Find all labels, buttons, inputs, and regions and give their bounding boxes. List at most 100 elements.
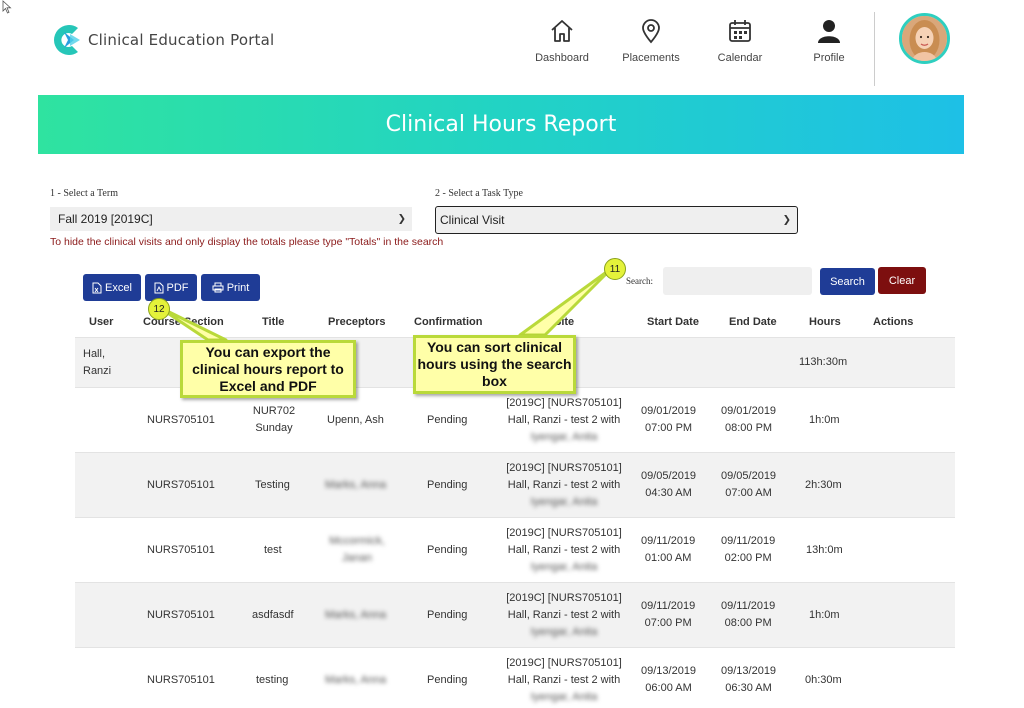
avatar[interactable] xyxy=(899,13,950,64)
avatar-portrait-icon xyxy=(902,16,947,61)
row-title: test xyxy=(264,544,282,556)
task-type-select-value: Clinical Visit xyxy=(440,213,505,227)
column-header-hours[interactable]: Hours xyxy=(809,316,841,328)
row-course-section: NURS705101 xyxy=(147,544,215,556)
row-site: [2019C] [NURS705101] Hall, Ranzi - test 2… xyxy=(506,657,622,703)
nav-dashboard-label: Dashboard xyxy=(535,52,589,64)
table-row: NURS705101 test Mccormick, Janan Pending … xyxy=(75,517,955,582)
top-header: Clinical Education Portal Dashboard Plac… xyxy=(0,0,1024,90)
home-icon xyxy=(551,20,573,42)
export-callout-badge: 12 xyxy=(148,298,170,320)
file-excel-icon xyxy=(92,282,102,293)
totals-hint: To hide the clinical visits and only dis… xyxy=(50,236,444,248)
report-banner: Clinical Hours Report xyxy=(38,95,964,154)
row-hours: 1h:0m xyxy=(809,609,840,621)
search-callout: You can sort clinical hours using the se… xyxy=(413,335,576,394)
user-icon xyxy=(818,20,840,43)
row-end-date: 09/05/2019 07:00 AM xyxy=(721,470,777,499)
row-site: [2019C] [NURS705101] Hall, Ranzi - test 2… xyxy=(506,397,622,443)
column-header-title[interactable]: Title xyxy=(262,316,284,328)
row-site: [2019C] [NURS705101] Hall, Ranzi - test 2… xyxy=(506,462,622,508)
chevron-down-icon: ❯ xyxy=(782,214,791,226)
row-end-date: 09/01/2019 08:00 PM xyxy=(721,405,777,434)
nav-profile[interactable]: Profile xyxy=(784,18,874,64)
export-pdf-label: PDF xyxy=(166,281,189,294)
row-course-section: NURS705101 xyxy=(147,414,215,426)
printer-icon xyxy=(212,282,224,293)
page-title: Clinical Hours Report xyxy=(385,112,617,137)
term-label: 1 - Select a Term xyxy=(50,188,118,199)
row-course-section: NURS705101 xyxy=(147,609,215,621)
file-pdf-icon xyxy=(154,282,163,293)
row-preceptors: Marks, Anna xyxy=(325,674,387,686)
column-header-start-date[interactable]: Start Date xyxy=(647,316,699,328)
export-callout: You can export the clinical hours report… xyxy=(180,340,356,398)
search-input[interactable] xyxy=(663,267,812,295)
nav-profile-label: Profile xyxy=(813,52,845,64)
export-excel-label: Excel xyxy=(105,281,132,294)
chevron-down-icon: ❯ xyxy=(397,213,406,225)
row-preceptors: Marks, Anna xyxy=(325,479,387,491)
row-course-section: NURS705101 xyxy=(147,674,215,686)
row-end-date: 09/13/2019 06:30 AM xyxy=(721,665,777,694)
print-label: Print xyxy=(226,281,250,294)
summary-user: Hall, Ranzi xyxy=(83,348,112,377)
row-confirmation: Pending xyxy=(427,609,468,621)
nav-calendar[interactable]: Calendar xyxy=(695,18,785,64)
print-button[interactable]: Print xyxy=(201,274,260,301)
nav-calendar-label: Calendar xyxy=(717,52,763,64)
table-row: NURS705101 Testing Marks, Anna Pending [… xyxy=(75,452,955,517)
row-hours: 13h:0m xyxy=(806,544,843,556)
clear-button[interactable]: Clear xyxy=(878,267,926,294)
row-start-date: 09/13/2019 06:00 AM xyxy=(641,665,697,694)
column-header-preceptors[interactable]: Preceptors xyxy=(328,316,385,328)
export-excel-button[interactable]: Excel xyxy=(83,274,141,301)
app-title: Clinical Education Portal xyxy=(88,31,275,49)
header-divider xyxy=(874,12,875,86)
row-title: Testing xyxy=(255,479,290,491)
row-hours: 0h:30m xyxy=(805,674,842,686)
row-hours: 2h:30m xyxy=(805,479,842,491)
row-title: testing xyxy=(256,674,289,686)
column-header-user[interactable]: User xyxy=(89,316,113,328)
column-header-actions[interactable]: Actions xyxy=(873,316,913,328)
row-confirmation: Pending xyxy=(427,479,468,491)
nav-placements-label: Placements xyxy=(622,52,680,64)
task-type-label: 2 - Select a Task Type xyxy=(435,188,523,199)
row-title: asdfasdf xyxy=(252,609,294,621)
row-confirmation: Pending xyxy=(427,544,468,556)
row-site: [2019C] [NURS705101] Hall, Ranzi - test 2… xyxy=(506,527,622,573)
column-header-site[interactable]: Site xyxy=(554,316,574,328)
calendar-icon xyxy=(729,20,751,42)
column-header-end-date[interactable]: End Date xyxy=(729,316,777,328)
row-preceptors: Upenn, Ash xyxy=(327,414,384,426)
term-select-value: Fall 2019 [2019C] xyxy=(58,212,153,226)
table-row: NURS705101 asdfasdf Marks, Anna Pending … xyxy=(75,582,955,647)
summary-hours: 113h:30m xyxy=(799,356,848,368)
row-start-date: 09/11/2019 07:00 PM xyxy=(641,600,696,629)
task-type-select[interactable]: Clinical Visit ❯ xyxy=(435,206,798,234)
row-preceptors: Mccormick, Janan xyxy=(329,535,385,564)
search-label: Search: xyxy=(626,276,653,286)
column-header-confirmation[interactable]: Confirmation xyxy=(414,316,482,328)
search-button[interactable]: Search xyxy=(820,268,875,295)
table-row: NURS705101 testing Marks, Anna Pending [… xyxy=(75,647,955,708)
nav-dashboard[interactable]: Dashboard xyxy=(517,18,607,64)
row-start-date: 09/11/2019 01:00 AM xyxy=(641,535,696,564)
app-logo[interactable]: Clinical Education Portal xyxy=(52,22,274,58)
row-title: NUR702 Sunday xyxy=(252,405,296,434)
row-end-date: 09/11/2019 02:00 PM xyxy=(721,535,776,564)
row-start-date: 09/01/2019 07:00 PM xyxy=(641,405,697,434)
term-select[interactable]: Fall 2019 [2019C] ❯ xyxy=(50,207,412,231)
nav-placements[interactable]: Placements xyxy=(606,18,696,64)
row-end-date: 09/11/2019 08:00 PM xyxy=(721,600,776,629)
search-callout-badge: 11 xyxy=(604,258,626,280)
row-preceptors: Marks, Anna xyxy=(325,609,387,621)
row-start-date: 09/05/2019 04:30 AM xyxy=(641,470,697,499)
row-hours: 1h:0m xyxy=(809,414,840,426)
export-pdf-button[interactable]: PDF xyxy=(145,274,197,301)
row-confirmation: Pending xyxy=(427,674,468,686)
row-confirmation: Pending xyxy=(427,414,468,426)
row-site: [2019C] [NURS705101] Hall, Ranzi - test 2… xyxy=(506,592,622,638)
map-pin-icon xyxy=(642,19,660,44)
